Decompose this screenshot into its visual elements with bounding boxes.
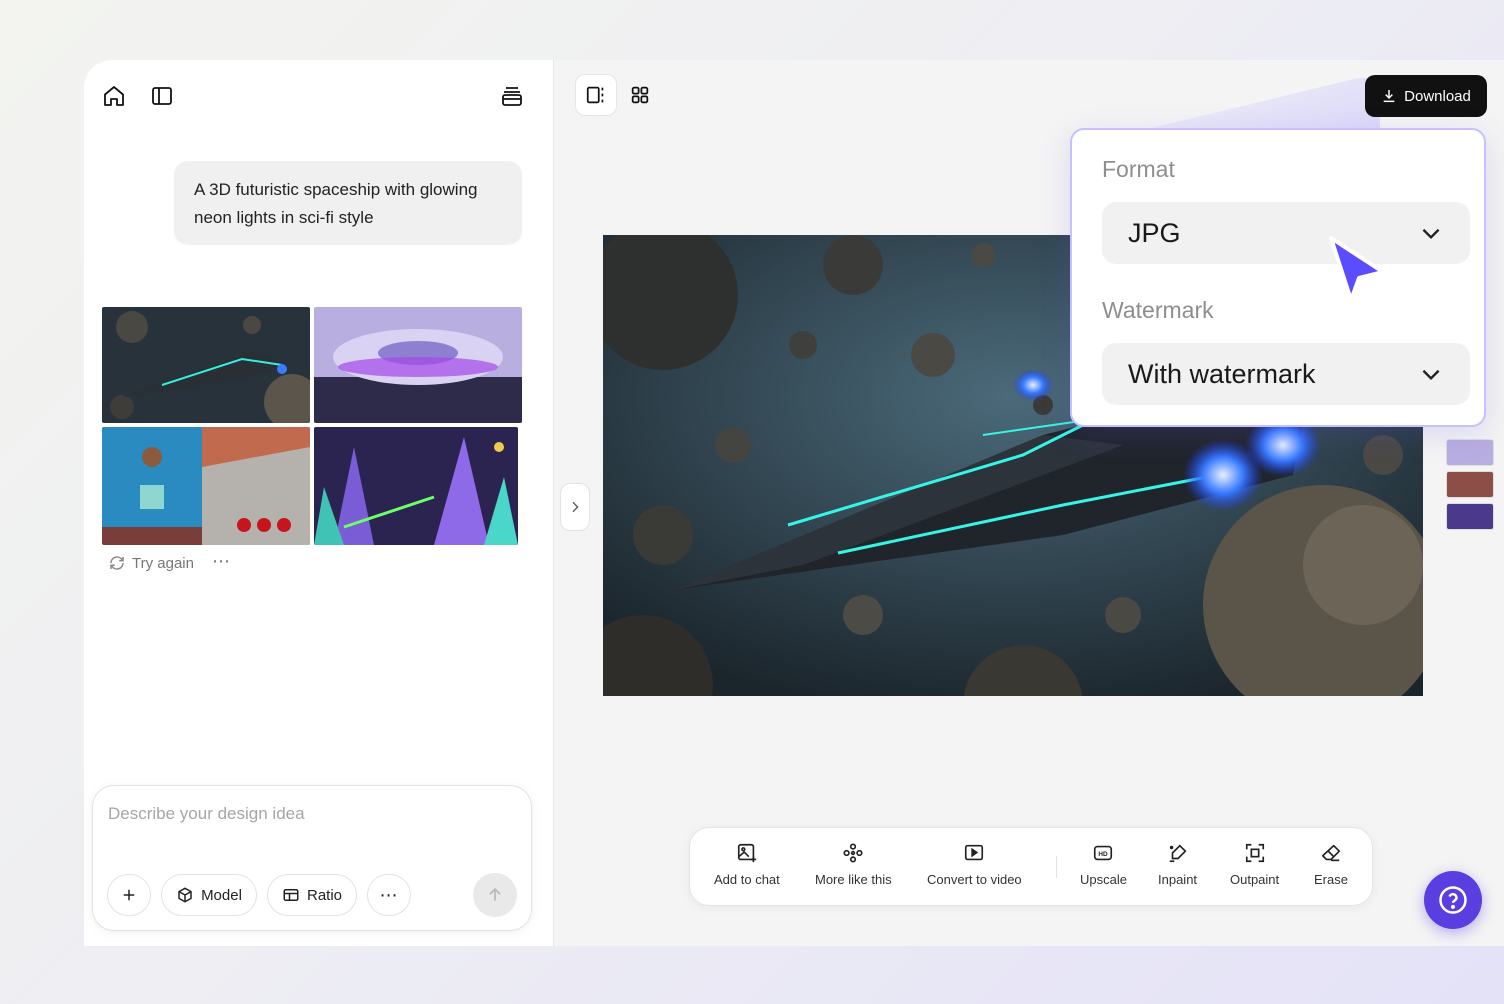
sparkle-icon — [843, 843, 863, 863]
watermark-select[interactable]: With watermark — [1102, 343, 1470, 405]
expand-icon — [1245, 843, 1264, 863]
result-thumbnail-4[interactable] — [314, 427, 518, 545]
watermark-label: Watermark — [1102, 297, 1214, 323]
add-image-icon — [737, 843, 757, 863]
single-view-icon — [586, 86, 604, 104]
brush-icon — [1169, 844, 1187, 863]
convert-to-video-button[interactable]: Convert to video — [927, 842, 1022, 887]
try-again-button[interactable]: Try again — [108, 554, 194, 572]
svg-text:HD: HD — [1099, 851, 1109, 858]
grid-view-toggle[interactable] — [626, 81, 654, 109]
toolbar-divider — [1056, 856, 1057, 878]
more-like-this-button[interactable]: More like this — [815, 842, 892, 887]
watermark-value: With watermark — [1128, 358, 1316, 389]
result-thumbnail-1[interactable] — [102, 307, 310, 423]
try-again-label: Try again — [132, 554, 194, 572]
download-button[interactable]: Download — [1365, 75, 1487, 117]
download-options-popover: Format JPG Watermark With watermark — [1070, 128, 1486, 427]
ratio-icon — [283, 889, 299, 901]
composer-placeholder[interactable]: Describe your design idea — [108, 804, 305, 824]
format-select[interactable]: JPG — [1102, 202, 1470, 264]
upscale-button[interactable]: HD Upscale — [1080, 842, 1127, 887]
prompt-composer[interactable]: Describe your design idea Model Ratio ⋯ — [92, 785, 532, 931]
side-thumbnail-3[interactable] — [1446, 471, 1494, 498]
chevron-down-icon — [1422, 228, 1440, 240]
more-options-icon[interactable]: ⋯ — [212, 552, 231, 570]
outpaint-label: Outpaint — [1230, 872, 1280, 887]
format-label: Format — [1102, 156, 1175, 182]
convert-to-video-label: Convert to video — [927, 872, 1022, 887]
inpaint-label: Inpaint — [1158, 872, 1198, 887]
ratio-button[interactable]: Ratio — [267, 874, 357, 916]
user-prompt-bubble: A 3D futuristic spaceship with glowing n… — [174, 161, 522, 245]
home-icon[interactable] — [100, 82, 128, 110]
chat-panel: A 3D futuristic spaceship with glowing n… — [84, 60, 554, 946]
side-thumbnail-2[interactable] — [1446, 439, 1494, 466]
add-to-chat-label: Add to chat — [714, 872, 780, 887]
download-icon — [1383, 90, 1395, 103]
more-like-this-label: More like this — [815, 872, 892, 887]
upscale-label: Upscale — [1080, 872, 1127, 887]
image-actions-toolbar: Add to chat More like this Convert to vi… — [689, 827, 1373, 906]
download-label: Download — [1404, 87, 1471, 105]
history-stack-icon[interactable] — [498, 82, 526, 110]
refresh-icon — [110, 556, 124, 570]
model-label: Model — [201, 886, 242, 904]
eraser-icon — [1321, 844, 1341, 862]
chevron-down-icon — [1422, 369, 1440, 381]
hd-icon: HD — [1094, 845, 1113, 861]
chevron-right-icon — [572, 501, 579, 513]
mouse-cursor-icon — [1329, 236, 1385, 302]
side-thumbnail-4[interactable] — [1446, 503, 1494, 530]
result-thumbnail-3[interactable] — [102, 427, 310, 545]
format-value: JPG — [1128, 217, 1181, 248]
outpaint-button[interactable]: Outpaint — [1230, 842, 1279, 887]
add-button[interactable] — [107, 874, 151, 916]
sidebar-toggle-icon[interactable] — [148, 82, 176, 110]
collapse-panel-button[interactable] — [560, 483, 590, 531]
grid-icon — [631, 86, 649, 104]
plus-icon — [123, 889, 135, 901]
play-icon — [965, 844, 984, 861]
ratio-label: Ratio — [306, 886, 343, 904]
help-button[interactable] — [1424, 871, 1482, 929]
cube-icon — [178, 887, 192, 903]
result-thumbnail-2[interactable] — [314, 307, 522, 423]
model-button[interactable]: Model — [161, 874, 257, 916]
help-icon — [1439, 886, 1467, 914]
options-button[interactable]: ⋯ — [367, 874, 411, 916]
single-view-toggle[interactable] — [575, 74, 617, 116]
send-button[interactable] — [473, 873, 517, 917]
erase-button[interactable]: Erase — [1314, 842, 1348, 887]
erase-label: Erase — [1314, 872, 1348, 887]
inpaint-button[interactable]: Inpaint — [1158, 842, 1197, 887]
add-to-chat-button[interactable]: Add to chat — [714, 842, 780, 887]
arrow-up-icon — [489, 887, 501, 901]
